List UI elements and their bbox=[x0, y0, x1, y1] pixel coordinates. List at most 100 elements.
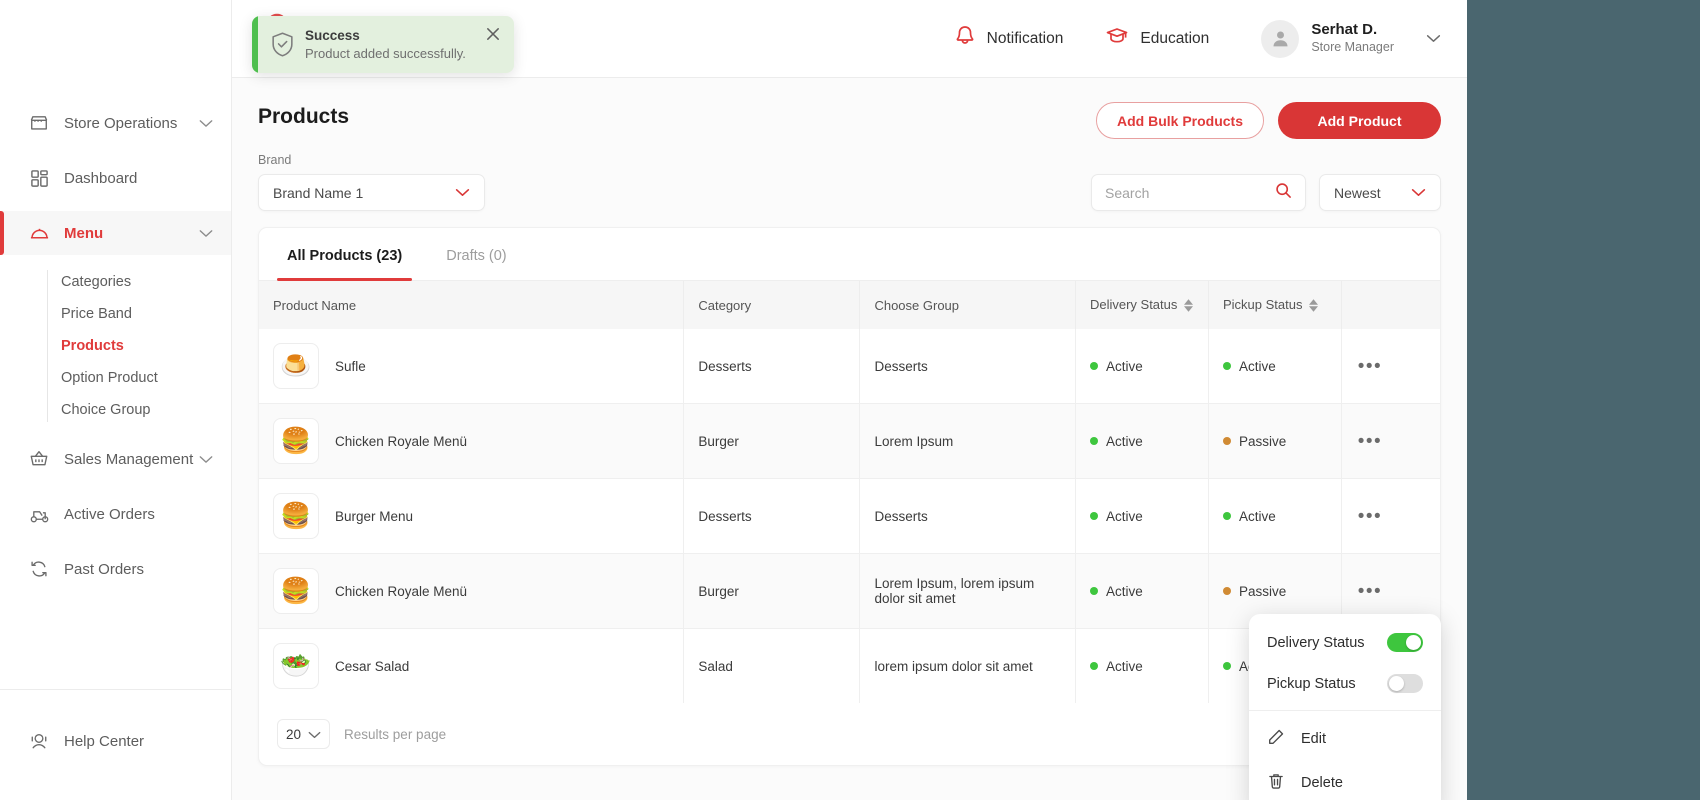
col-delivery-status[interactable]: Delivery Status bbox=[1075, 281, 1209, 329]
product-category: Desserts bbox=[683, 329, 861, 404]
sidebar-item-option-product[interactable]: Option Product bbox=[47, 362, 231, 394]
main-content: Products Add Bulk Products Add Product B… bbox=[232, 78, 1467, 800]
sidebar-item-label: Active Orders bbox=[64, 505, 155, 523]
brand-select[interactable]: Brand Name 1 bbox=[258, 174, 485, 211]
close-icon[interactable] bbox=[472, 27, 514, 46]
table-header-row: Product Name Category Choose Group Deliv… bbox=[259, 281, 1440, 329]
table-row: 🍮 Sufle Desserts Desserts Active Active … bbox=[259, 329, 1440, 404]
notification-button[interactable]: Notification bbox=[954, 24, 1063, 53]
graduation-cap-icon bbox=[1105, 24, 1129, 53]
support-agent-icon bbox=[28, 731, 50, 751]
sidebar-item-store-operations[interactable]: Store Operations bbox=[0, 101, 231, 145]
col-pickup-status[interactable]: Pickup Status bbox=[1208, 281, 1342, 329]
tab-all-products[interactable]: All Products (23) bbox=[277, 228, 413, 281]
sidebar-item-dashboard[interactable]: Dashboard bbox=[0, 156, 231, 200]
sidebar-item-help-center[interactable]: Help Center bbox=[0, 719, 231, 763]
menu-dome-icon bbox=[28, 225, 50, 242]
product-thumbnail: 🍔 bbox=[273, 493, 319, 539]
row-actions-button[interactable]: ••• bbox=[1356, 432, 1384, 451]
col-product-name: Product Name bbox=[259, 281, 685, 329]
status-dot bbox=[1089, 662, 1098, 670]
sidebar-item-categories[interactable]: Categories bbox=[47, 266, 231, 298]
product-thumbnail: 🥗 bbox=[273, 643, 319, 689]
sort-icon[interactable] bbox=[1184, 298, 1194, 312]
product-group: Desserts bbox=[859, 478, 1076, 554]
table-row: 🍔 Burger Menu Desserts Desserts Active A… bbox=[259, 478, 1440, 554]
page-header: Products Add Bulk Products Add Product bbox=[258, 102, 1441, 139]
sort-select[interactable]: Newest bbox=[1319, 174, 1441, 211]
product-group: Lorem Ipsum bbox=[859, 403, 1076, 479]
chevron-down-icon bbox=[455, 184, 470, 202]
product-thumbnail: 🍔 bbox=[273, 418, 319, 464]
chevron-down-icon bbox=[1426, 30, 1441, 48]
scooter-icon bbox=[28, 505, 50, 524]
profile-role: Store Manager bbox=[1311, 40, 1394, 55]
table-row: 🍔 Chicken Royale Menü Burger Lorem Ipsum… bbox=[259, 403, 1440, 479]
chevron-down-icon bbox=[199, 119, 213, 128]
chevron-down-icon bbox=[199, 229, 213, 238]
sidebar-item-past-orders[interactable]: Past Orders bbox=[0, 547, 231, 591]
row-context-menu: Delivery Status Pickup Status Edit Delet… bbox=[1249, 614, 1441, 800]
sidebar-item-label: Past Orders bbox=[64, 560, 145, 578]
sort-icon[interactable] bbox=[1309, 298, 1319, 312]
context-menu-delivery-status[interactable]: Delivery Status bbox=[1249, 622, 1441, 663]
delivery-status-label: Delivery Status bbox=[1267, 634, 1365, 651]
product-group: Lorem Ipsum, lorem ipsum dolor sit amet bbox=[859, 553, 1076, 629]
success-toast: Success Product added successfully. bbox=[252, 16, 514, 73]
sidebar-item-price-band[interactable]: Price Band bbox=[47, 298, 231, 330]
pickup-status-toggle[interactable] bbox=[1387, 674, 1423, 693]
search-icon[interactable] bbox=[1275, 182, 1292, 204]
product-group: lorem ipsum dolor sit amet bbox=[859, 628, 1076, 703]
product-thumbnail: 🍮 bbox=[273, 343, 319, 389]
sidebar-nav: Store Operations Dashboard Menu Categori… bbox=[0, 78, 231, 689]
add-product-button[interactable]: Add Product bbox=[1278, 102, 1441, 139]
edit-label: Edit bbox=[1301, 731, 1326, 747]
row-actions-button[interactable]: ••• bbox=[1356, 582, 1384, 601]
chevron-down-icon bbox=[1411, 184, 1426, 202]
dashboard-grid-icon bbox=[28, 169, 50, 188]
table-head: Product Name Category Choose Group Deliv… bbox=[259, 281, 1440, 329]
sidebar-item-products[interactable]: Products bbox=[47, 330, 231, 362]
results-per-page-label: Results per page bbox=[344, 726, 447, 742]
product-name: Cesar Salad bbox=[335, 658, 410, 674]
context-menu-delete[interactable]: Delete bbox=[1249, 761, 1441, 800]
education-button[interactable]: Education bbox=[1105, 24, 1209, 53]
refresh-icon bbox=[28, 559, 50, 579]
profile-name: Serhat D. bbox=[1311, 21, 1378, 39]
status-dot bbox=[1222, 587, 1231, 595]
chevron-down-icon bbox=[308, 727, 321, 742]
sidebar-item-menu[interactable]: Menu bbox=[0, 211, 231, 255]
product-group: Desserts bbox=[859, 329, 1076, 404]
context-menu-edit[interactable]: Edit bbox=[1249, 717, 1441, 761]
tab-drafts[interactable]: Drafts (0) bbox=[436, 228, 516, 280]
delivery-status-toggle[interactable] bbox=[1387, 633, 1423, 652]
context-menu-pickup-status[interactable]: Pickup Status bbox=[1249, 663, 1441, 704]
row-actions-button[interactable]: ••• bbox=[1356, 507, 1384, 526]
context-menu-divider bbox=[1249, 710, 1441, 711]
sidebar-footer: Help Center bbox=[0, 689, 231, 800]
sidebar-item-active-orders[interactable]: Active Orders bbox=[0, 492, 231, 536]
pickup-status: Active bbox=[1238, 508, 1276, 524]
delivery-status: Active bbox=[1105, 508, 1143, 524]
sidebar-item-choice-group[interactable]: Choice Group bbox=[47, 394, 231, 426]
chevron-down-icon bbox=[199, 455, 213, 464]
add-bulk-products-button[interactable]: Add Bulk Products bbox=[1095, 102, 1264, 139]
delivery-status: Active bbox=[1105, 583, 1143, 599]
results-per-page-select[interactable]: 20 bbox=[277, 719, 331, 749]
status-dot bbox=[1089, 362, 1098, 370]
toast-message: Product added successfully. bbox=[305, 45, 466, 61]
brand-label: Brand bbox=[258, 153, 292, 167]
status-dot bbox=[1089, 587, 1098, 595]
delivery-status: Active bbox=[1105, 433, 1143, 449]
sidebar-item-sales-management[interactable]: Sales Management bbox=[0, 437, 231, 481]
header-actions: Add Bulk Products Add Product bbox=[1095, 102, 1441, 139]
search-input[interactable] bbox=[1105, 184, 1265, 201]
profile-menu[interactable]: Serhat D. Store Manager bbox=[1261, 19, 1441, 58]
shield-check-icon bbox=[258, 31, 305, 58]
product-category: Burger bbox=[683, 553, 861, 629]
search-box[interactable] bbox=[1091, 174, 1306, 211]
pencil-icon bbox=[1267, 728, 1285, 750]
education-label: Education bbox=[1140, 29, 1210, 47]
product-category: Salad bbox=[683, 628, 861, 703]
row-actions-button[interactable]: ••• bbox=[1356, 357, 1384, 376]
